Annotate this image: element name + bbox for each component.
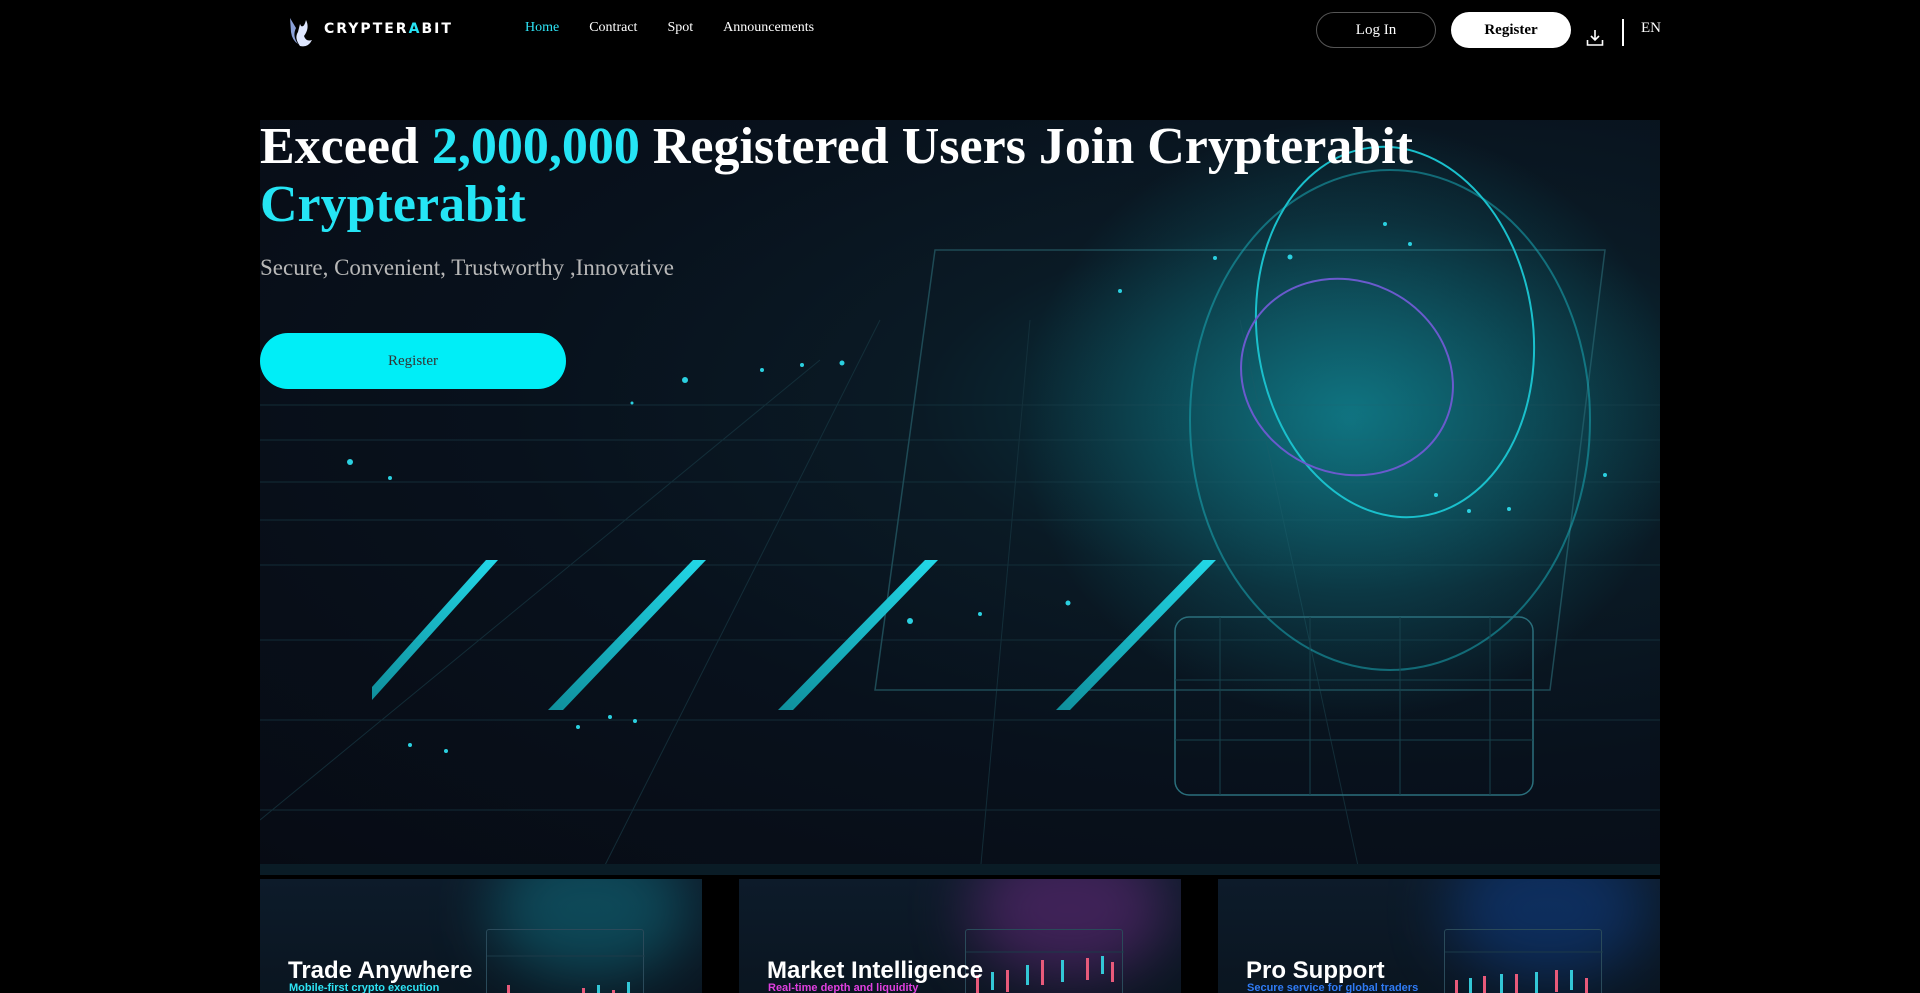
feature-card-support[interactable]: Pro Support Secure service for global tr…: [1218, 879, 1660, 993]
card-title: Market Intelligence: [767, 957, 984, 984]
card-subtitle: Real-time depth and liquidity: [768, 982, 919, 993]
logo-text: CRYPTERABIT: [324, 21, 453, 37]
candlestick-icon: [1445, 951, 1603, 993]
hero-subtitle: Secure, Convenient, Trustworthy ,Innovat…: [260, 255, 674, 280]
card-chart-preview: [965, 929, 1124, 993]
hero-title-brand: Crypterabit: [260, 176, 526, 233]
card-subtitle: Secure service for global traders: [1247, 982, 1419, 993]
card-title: Pro Support: [1246, 957, 1385, 984]
nav-contract[interactable]: Contract: [589, 20, 637, 36]
login-button[interactable]: Log In: [1316, 12, 1436, 48]
hero-title: Exceed 2,000,000 Registered Users Join C…: [260, 118, 1560, 234]
card-chart-preview: [486, 929, 645, 993]
hero-title-prefix: Exceed: [260, 118, 419, 175]
download-icon[interactable]: [1586, 29, 1604, 47]
feature-card-trade[interactable]: Trade Anywhere Mobile-first crypto execu…: [260, 879, 702, 993]
feature-card-market[interactable]: Market Intelligence Real-time depth and …: [739, 879, 1181, 993]
nav-announcements[interactable]: Announcements: [723, 20, 814, 36]
hero-title-number: 2,000,000: [431, 118, 640, 175]
nav-spot[interactable]: Spot: [667, 20, 693, 36]
logo-icon: [290, 12, 312, 47]
card-title: Trade Anywhere: [288, 957, 473, 984]
register-button[interactable]: Register: [1451, 12, 1571, 48]
logo[interactable]: CRYPTERABIT: [286, 8, 453, 50]
language-selector[interactable]: EN: [1641, 20, 1661, 37]
header-divider: [1622, 19, 1624, 46]
hero-title-suffix: Registered Users Join Crypterabit: [652, 118, 1413, 175]
main-nav: Home Contract Spot Announcements: [525, 20, 814, 36]
candlestick-icon: [966, 951, 1124, 993]
candlestick-icon: [487, 955, 645, 993]
hero-register-button[interactable]: Register: [260, 333, 566, 389]
nav-home[interactable]: Home: [525, 20, 559, 36]
card-subtitle: Mobile-first crypto execution: [289, 982, 440, 993]
card-chart-preview: [1444, 929, 1603, 993]
top-navbar: CRYPTERABIT Home Contract Spot Announcem…: [0, 0, 1920, 58]
